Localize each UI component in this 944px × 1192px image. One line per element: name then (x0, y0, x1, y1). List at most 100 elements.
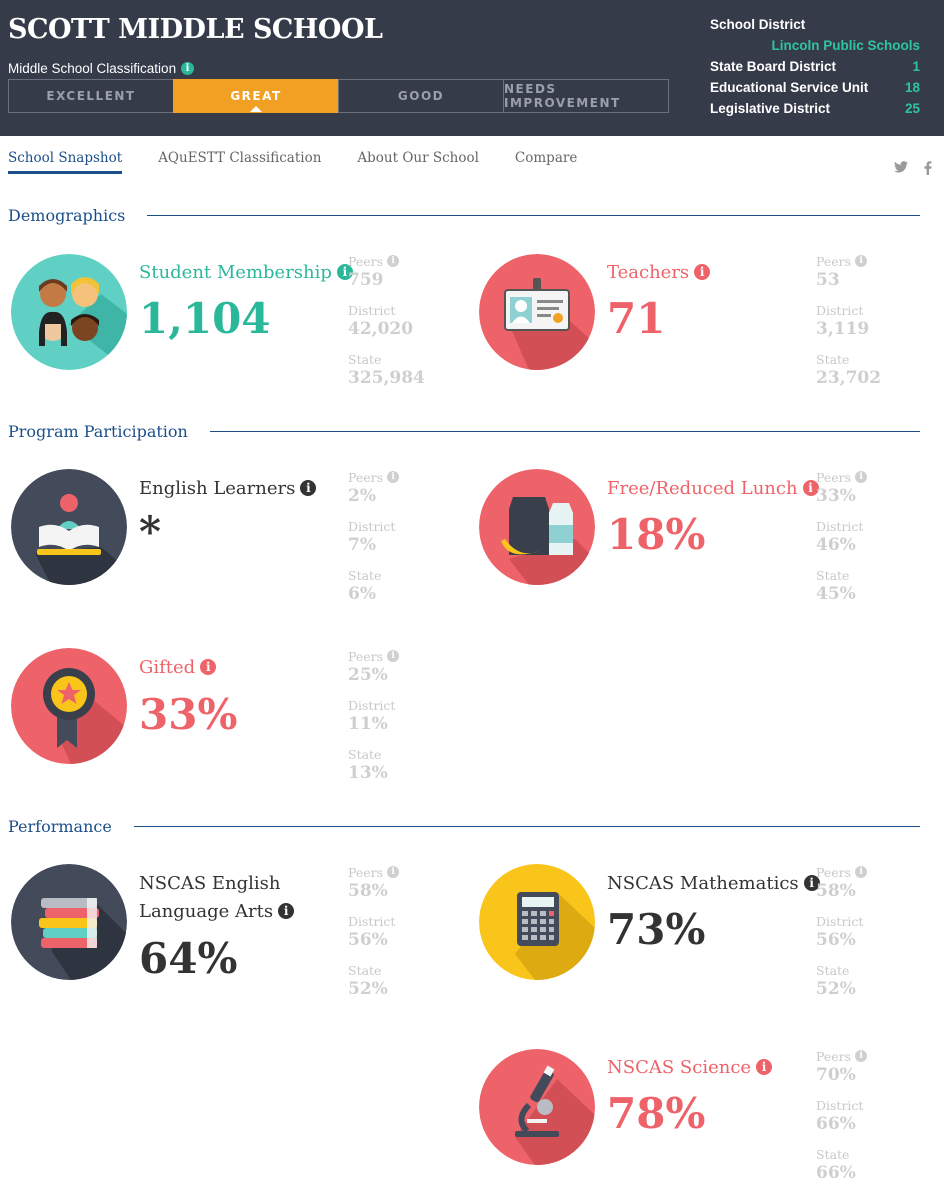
district-value: 46% (816, 535, 856, 555)
microscope-icon (479, 1049, 595, 1165)
section-performance: Performance (8, 817, 920, 836)
tab-about-our-school[interactable]: About Our School (357, 150, 479, 174)
info-icon[interactable]: i (278, 903, 295, 919)
district-label: District (816, 1097, 864, 1113)
gifted-comparison: Peers i 25% District 11% State 13% (348, 648, 458, 795)
peers-label: Peers (348, 648, 384, 664)
school-district-link[interactable]: Lincoln Public Schools (771, 35, 920, 56)
school-header: SCOTT MIDDLE SCHOOL Middle School Classi… (0, 0, 944, 136)
nscas-math-comparison: Peers i 58% District 56% State 52% (816, 864, 926, 1011)
nscas-science-label: NSCAS Science i (607, 1054, 773, 1082)
main-nav: School Snapshot AQuESTT Classification A… (8, 150, 613, 174)
info-icon[interactable]: i (756, 1059, 773, 1075)
teachers-comparison: Peers i 53 District 3,119 State 23,702 (816, 253, 926, 400)
nscas-science-value: 78% (607, 1089, 706, 1138)
district-label: District (348, 913, 396, 929)
state-label: State (348, 962, 382, 978)
peers-value: 58% (348, 881, 388, 901)
state-label: State (816, 351, 850, 367)
district-value: 11% (348, 714, 388, 734)
peers-label: Peers (816, 469, 852, 485)
facebook-icon[interactable] (924, 161, 932, 179)
legislative-label: Legislative District (710, 101, 831, 116)
books-stack-icon (11, 864, 127, 980)
classification-excellent: EXCELLENT (8, 79, 174, 113)
gifted-label-text: Gifted (139, 657, 196, 678)
state-label: State (816, 567, 850, 583)
info-icon[interactable]: i (181, 62, 195, 75)
info-icon[interactable]: i (855, 471, 868, 483)
district-label: District (816, 913, 864, 929)
tab-compare[interactable]: Compare (515, 150, 577, 174)
classification-label-text: Middle School Classification (8, 61, 177, 76)
section-title: Program Participation (8, 422, 188, 441)
nscas-ela-value: 64% (139, 934, 238, 983)
reader-book-icon (11, 469, 127, 585)
state-value: 23,702 (816, 368, 882, 388)
state-value: 13% (348, 763, 388, 783)
district-value: 66% (816, 1114, 856, 1134)
district-value: 42,020 (348, 319, 414, 339)
esu-label: Educational Service Unit (710, 80, 869, 95)
district-label: District (816, 302, 864, 318)
classification-bar: EXCELLENT GREAT GOOD NEEDS IMPROVEMENT (8, 79, 669, 113)
nscas-math-label-text: NSCAS Mathematics (607, 873, 799, 894)
info-icon[interactable]: i (300, 480, 317, 496)
english-learners-comparison: Peers i 2% District 7% State 6% (348, 469, 458, 616)
section-program-participation: Program Participation (8, 422, 920, 441)
gifted-value: 33% (139, 690, 238, 739)
gifted-label: Gifted i (139, 654, 217, 682)
state-value: 52% (816, 979, 856, 999)
tab-aquestt-classification[interactable]: AQuESTT Classification (158, 150, 321, 174)
peers-label: Peers (348, 469, 384, 485)
state-board-label: State Board District (710, 59, 837, 74)
district-label: District (348, 518, 396, 534)
state-label: State (816, 1146, 850, 1162)
state-label: State (348, 746, 382, 762)
nscas-ela-label-line2: Language Arts (139, 901, 274, 922)
info-icon[interactable]: i (855, 255, 868, 267)
section-divider (133, 826, 920, 827)
peers-value: 759 (348, 270, 384, 290)
peers-label: Peers (348, 253, 384, 269)
info-icon[interactable]: i (387, 866, 400, 878)
tab-school-snapshot[interactable]: School Snapshot (8, 150, 123, 174)
section-divider (147, 215, 920, 216)
peers-label: Peers (348, 864, 384, 880)
free-reduced-lunch-value: 18% (607, 510, 706, 559)
info-icon[interactable]: i (387, 255, 400, 267)
student-membership-label: Student Membership i (139, 259, 353, 287)
info-icon[interactable]: i (694, 264, 711, 280)
state-label: State (348, 567, 382, 583)
state-board-value: 1 (912, 59, 920, 74)
info-icon[interactable]: i (855, 1050, 868, 1062)
student-membership-value: 1,104 (139, 294, 271, 343)
classification-label: Middle School Classification i (8, 61, 195, 76)
teachers-value: 71 (607, 294, 666, 343)
classification-good: GOOD (338, 79, 504, 113)
district-value: 3,119 (816, 319, 870, 339)
info-icon[interactable]: i (387, 650, 400, 662)
lunch-icon (479, 469, 595, 585)
state-value: 52% (348, 979, 388, 999)
english-learners-label-text: English Learners (139, 478, 296, 499)
info-icon[interactable]: i (387, 471, 400, 483)
student-membership-comparison: Peers i 759 District 42,020 State 325,984 (348, 253, 458, 400)
state-value: 45% (816, 584, 856, 604)
english-learners-value: * (139, 507, 161, 556)
district-value: 56% (816, 930, 856, 950)
ribbon-award-icon (11, 648, 127, 764)
nscas-math-value: 73% (607, 905, 706, 954)
school-name: SCOTT MIDDLE SCHOOL (8, 14, 383, 45)
info-icon[interactable]: i (855, 866, 868, 878)
classification-needs-improvement: NEEDS IMPROVEMENT (503, 79, 669, 113)
state-value: 325,984 (348, 368, 425, 388)
peers-label: Peers (816, 253, 852, 269)
district-label: District (348, 302, 396, 318)
twitter-icon[interactable] (894, 161, 908, 177)
classification-great: GREAT (173, 79, 339, 113)
id-badge-icon (479, 254, 595, 370)
peers-label: Peers (816, 864, 852, 880)
peers-value: 70% (816, 1065, 856, 1085)
info-icon[interactable]: i (200, 659, 217, 675)
